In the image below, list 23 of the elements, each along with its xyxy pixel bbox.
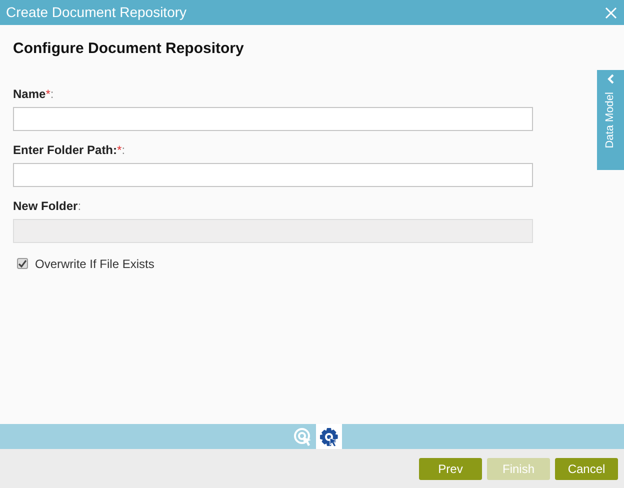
close-icon xyxy=(605,6,617,18)
data-model-tab[interactable]: Data Model xyxy=(597,70,624,170)
gear-cursor-icon xyxy=(319,426,339,446)
field-label: Name xyxy=(13,86,46,102)
checkbox-label: Overwrite If File Exists xyxy=(35,256,154,272)
field-label: Enter Folder Path: xyxy=(13,142,118,158)
chevron-left-icon xyxy=(606,74,614,84)
field-label: New Folder xyxy=(13,198,78,214)
target-cursor-icon xyxy=(293,426,313,446)
icon-tab[interactable] xyxy=(316,424,342,449)
page-heading: Configure Document Repository xyxy=(13,39,245,59)
label-colon: : xyxy=(50,86,54,102)
label-colon: : xyxy=(78,198,82,214)
dialog-button[interactable]: Cancel xyxy=(555,458,618,480)
window-title: Create Document Repository xyxy=(6,3,187,22)
required-mark: * xyxy=(46,86,50,102)
close-button[interactable] xyxy=(604,6,618,20)
input-field[interactable] xyxy=(13,162,533,186)
dialog-button[interactable]: Prev xyxy=(419,458,482,480)
input-field[interactable] xyxy=(13,106,533,130)
required-mark: * xyxy=(117,142,122,158)
label-colon: : xyxy=(122,142,126,158)
checkbox[interactable] xyxy=(17,258,28,269)
